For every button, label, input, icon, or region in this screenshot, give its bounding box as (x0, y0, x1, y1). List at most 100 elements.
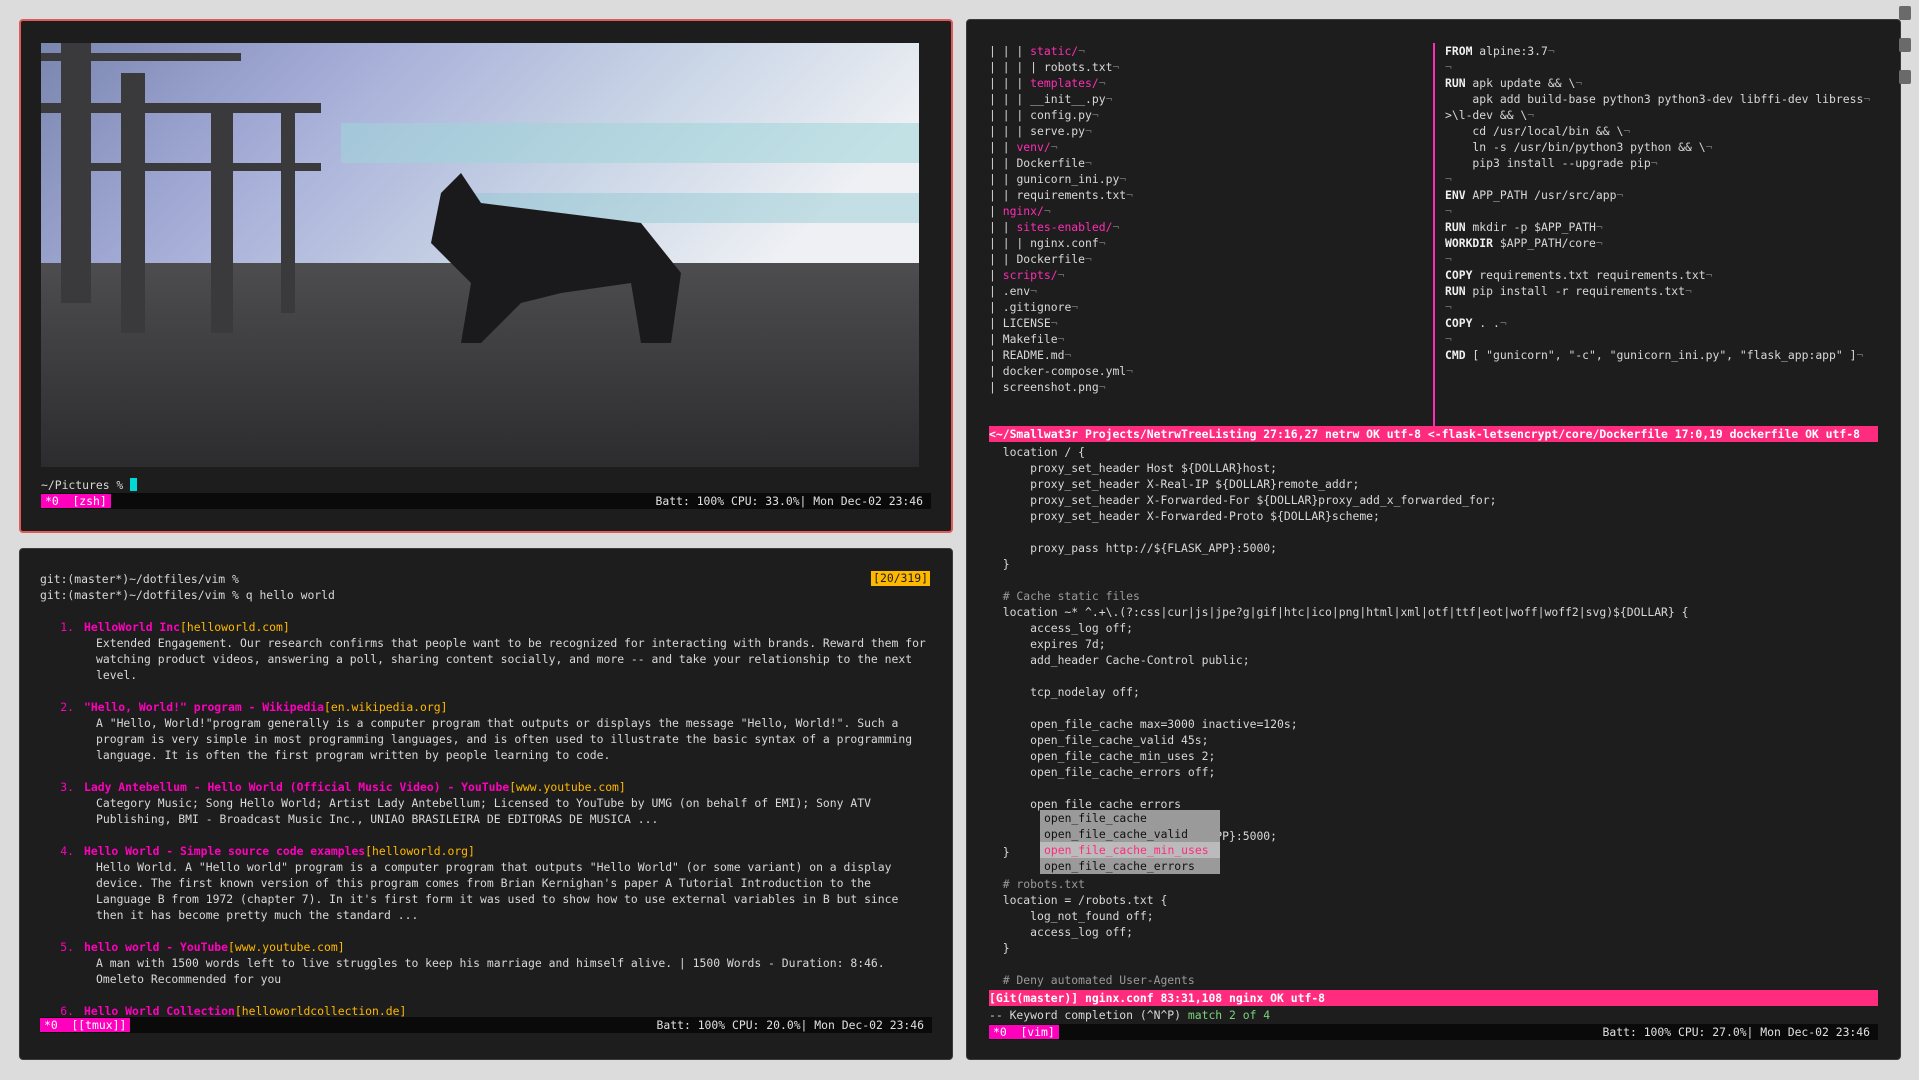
desktop-icon[interactable] (1899, 6, 1911, 20)
result-title-link[interactable]: HelloWorld Inc (84, 619, 180, 635)
code-line: proxy_set_header X-Real-IP ${DOLLAR}remo… (989, 477, 1360, 491)
desktop-icon[interactable] (1899, 38, 1911, 52)
zsh-prompt[interactable]: ~/Pictures % (41, 477, 138, 493)
result-title-link[interactable]: Hello World - Simple source code example… (84, 843, 365, 859)
image-terminal-window[interactable]: ~/Pictures % *0 [zsh] Batt: 100% CPU: 33.… (19, 19, 953, 533)
dockerfile-buffer[interactable]: FROM alpine:3.7¬ ¬ RUN apk update && \¬ ap… (1445, 43, 1890, 363)
code-line: cd /usr/local/bin && \¬ (1445, 124, 1631, 138)
window-index: *0 [zsh] (41, 494, 111, 508)
result-url: [helloworld.com] (180, 620, 290, 634)
tree-entry[interactable]: | docker-compose.yml¬ (989, 363, 1419, 379)
result-snippet: A "Hello, World!"program generally is a … (96, 716, 913, 762)
code-line: } (989, 941, 1010, 955)
result-number: 4. (60, 844, 74, 858)
code-line: open_file_cache_min_uses 2; (989, 749, 1216, 763)
code-line: RUN apk update && \¬ (1445, 76, 1583, 90)
code-line: open_file_cache_valid 45s; (989, 733, 1209, 747)
code-line: access_log off; (989, 621, 1134, 635)
code-line: location ~* ^.+\.(?:css|cur|js|jpe?g|gif… (989, 605, 1689, 619)
tree-entry[interactable]: | | requirements.txt¬ (989, 187, 1419, 203)
code-line: expires 7d; (989, 637, 1106, 651)
tree-entry[interactable]: | .gitignore¬ (989, 299, 1419, 315)
code-line: ¬ (1445, 252, 1452, 266)
code-line: ¬ (1445, 204, 1452, 218)
tmux-status-bar: *0 [zsh] Batt: 100% CPU: 33.0%| Mon Dec-0… (41, 493, 931, 509)
result-title-link[interactable]: "Hello, World!" program - Wikipedia (84, 699, 324, 715)
code-line: add_header Cache-Control public; (989, 653, 1250, 667)
tree-entry[interactable]: | | | config.py¬ (989, 107, 1419, 123)
result-url: [www.youtube.com] (509, 780, 626, 794)
code-line: # robots.txt (989, 877, 1086, 891)
tree-entry[interactable]: | | | nginx.conf¬ (989, 235, 1419, 251)
tree-entry[interactable]: | | | static/¬ (989, 43, 1419, 59)
netrw-file-tree[interactable]: | | | static/¬ | | | | robots.txt¬ | | | t… (989, 43, 1419, 395)
tree-entry[interactable]: | nginx/¬ (989, 203, 1419, 219)
tree-entry[interactable]: | Makefile¬ (989, 331, 1419, 347)
code-line: ¬ (1445, 60, 1452, 74)
result-number: 1. (60, 620, 74, 634)
tree-entry[interactable]: | | gunicorn_ini.py¬ (989, 171, 1419, 187)
code-line: open_file_cache max=3000 inactive=120s; (989, 717, 1298, 731)
desktop-icon[interactable] (1899, 70, 1911, 84)
tree-entry[interactable]: | .env¬ (989, 283, 1419, 299)
tree-entry[interactable]: | README.md¬ (989, 347, 1419, 363)
tree-entry[interactable]: | | | | robots.txt¬ (989, 59, 1419, 75)
result-number: 2. (60, 700, 74, 714)
code-line: >\l-dev && \¬ (1445, 108, 1535, 122)
vim-status-line: [Git(master)] nginx.conf 83:31,108 nginx… (989, 990, 1878, 1006)
completion-item[interactable]: open_file_cache_errors (1040, 858, 1220, 874)
completion-popup[interactable]: open_file_cache open_file_cache_valid open… (1040, 810, 1220, 874)
vertical-split-divider[interactable] (1433, 43, 1435, 438)
search-terminal-window[interactable]: git:(master*)~/dotfiles/vim % git:(maste… (19, 548, 953, 1060)
code-line: CMD [ "gunicorn", "-c", "gunicorn_ini.py… (1445, 348, 1864, 362)
tree-entry[interactable]: | screenshot.png¬ (989, 379, 1419, 395)
tree-entry[interactable]: | | | templates/¬ (989, 75, 1419, 91)
result-title-link[interactable]: Lady Antebellum - Hello World (Official … (84, 779, 509, 795)
tree-entry[interactable]: | | | serve.py¬ (989, 123, 1419, 139)
code-line: FROM alpine:3.7¬ (1445, 44, 1555, 58)
completion-item[interactable]: open_file_cache_min_uses (1040, 842, 1220, 858)
split-status-line: <~/Smallwat3r Projects/NetrwTreeListing … (989, 426, 1878, 442)
tree-entry[interactable]: | | Dockerfile¬ (989, 155, 1419, 171)
tree-entry[interactable]: | LICENSE¬ (989, 315, 1419, 331)
search-result[interactable]: 4. Hello World - Simple source code examp… (40, 843, 930, 923)
search-result[interactable]: 2. "Hello, World!" program - Wikipedia [e… (40, 699, 930, 763)
vim-terminal-window[interactable]: | | | static/¬ | | | | robots.txt¬ | | | t… (966, 19, 1901, 1060)
code-line: access_log off; (989, 925, 1134, 939)
search-result[interactable]: 5. hello world - YouTube [www.youtube.com… (40, 939, 930, 987)
code-line: RUN mkdir -p $APP_PATH¬ (1445, 220, 1603, 234)
code-line: tcp_nodelay off; (989, 685, 1140, 699)
code-line: ¬ (1445, 332, 1452, 346)
code-line: location = /robots.txt { (989, 893, 1168, 907)
code-line: ln -s /usr/bin/python3 python && \¬ (1445, 140, 1713, 154)
tree-entry[interactable]: | | | __init__.py¬ (989, 91, 1419, 107)
code-line: COPY . .¬ (1445, 316, 1507, 330)
text-cursor (130, 478, 138, 491)
code-line: WORKDIR $APP_PATH/core¬ (1445, 236, 1603, 250)
code-line: ENV APP_PATH /usr/src/app¬ (1445, 188, 1624, 202)
result-url: [helloworld.org] (365, 844, 475, 858)
result-snippet: Category Music; Song Hello World; Artist… (96, 796, 871, 826)
code-line: pip3 install --upgrade pip¬ (1445, 156, 1658, 170)
completion-item[interactable]: open_file_cache_valid (1040, 826, 1220, 842)
tree-entry[interactable]: | | sites-enabled/¬ (989, 219, 1419, 235)
completion-item[interactable]: open_file_cache (1040, 810, 1220, 826)
search-result[interactable]: 1. HelloWorld Inc [helloworld.com] Extende… (40, 619, 930, 683)
tree-entry[interactable]: | scripts/¬ (989, 267, 1419, 283)
code-line: proxy_set_header Host ${DOLLAR}host; (989, 461, 1278, 475)
result-counter: [20/319] (871, 571, 930, 586)
search-result[interactable]: 3. Lady Antebellum - Hello World (Officia… (40, 779, 930, 827)
code-line: apk add build-base python3 python3-dev l… (1445, 92, 1871, 106)
result-title-link[interactable]: hello world - YouTube (84, 939, 228, 955)
code-line: # Deny automated User-Agents (989, 973, 1195, 987)
result-snippet: Hello World. A "Hello world" program is … (96, 860, 899, 922)
tree-entry[interactable]: | | Dockerfile¬ (989, 251, 1419, 267)
result-number: 5. (60, 940, 74, 954)
nginx-conf-buffer[interactable]: location / { proxy_set_header Host ${DOL… (989, 444, 1879, 988)
tree-entry[interactable]: | | venv/¬ (989, 139, 1419, 155)
code-line: } (989, 557, 1010, 571)
